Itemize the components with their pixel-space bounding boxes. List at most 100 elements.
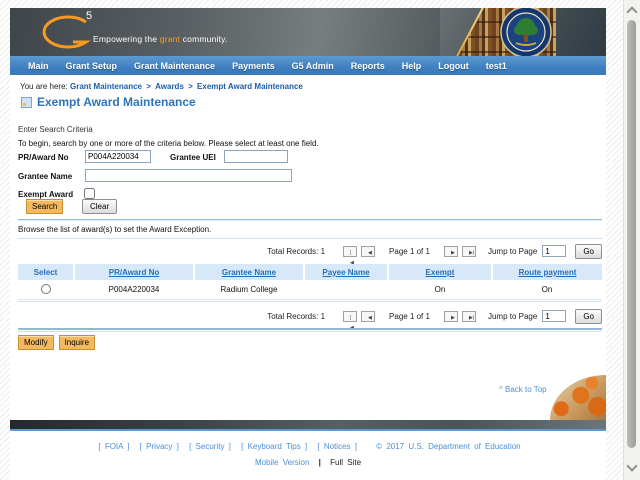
exempt-award-label: Exempt Award [18, 190, 73, 199]
pr-award-no-label: PR/Award No [18, 153, 69, 162]
scrollbar[interactable] [623, 0, 640, 480]
cell-payee-name [304, 280, 388, 300]
col-header-route-payment[interactable]: Route payment [519, 268, 577, 277]
page-title: Exempt Award Maintenance [37, 95, 196, 109]
breadcrumb-grant-maintenance[interactable]: Grant Maintenance [70, 82, 142, 91]
cell-exempt: On [388, 280, 492, 300]
mobile-version-link[interactable]: Mobile Version [255, 458, 309, 467]
cell-grantee-name: Radium College [194, 280, 304, 300]
nav-g5-admin[interactable]: G5 Admin [292, 61, 334, 71]
full-site-label: Full Site [330, 458, 361, 467]
next-page-button[interactable]: ▶ [444, 311, 458, 322]
scroll-down-icon[interactable] [626, 460, 637, 471]
go-button[interactable]: Go [575, 244, 602, 259]
jump-to-page-input[interactable] [542, 245, 566, 257]
table-header-row: Select PR/Award No Grantee Name Payee Na… [18, 264, 602, 280]
col-header-payee-name[interactable]: Payee Name [322, 268, 369, 277]
divider [18, 220, 602, 221]
table-row: P004A220034 Radium College On On [18, 280, 602, 300]
first-page-button[interactable]: |◀ [343, 246, 357, 257]
last-page-button[interactable]: ▶| [462, 246, 476, 257]
divider [18, 301, 602, 302]
jump-to-page-input[interactable] [542, 310, 566, 322]
tagline-prefix: Empowering the [93, 34, 160, 44]
tagline-suffix: community. [180, 34, 227, 44]
footer-link-security[interactable]: [ Security ] [189, 442, 231, 451]
prev-page-button[interactable]: ◀ [361, 246, 375, 257]
cell-pr-award-no: P004A220034 [74, 280, 194, 300]
jump-to-page-label: Jump to Page [488, 247, 537, 256]
search-instructions: To begin, search by one or more of the c… [18, 139, 319, 148]
scroll-up-icon[interactable] [626, 6, 637, 17]
modify-button[interactable]: Modify [18, 335, 54, 350]
inquire-button[interactable]: Inquire [59, 335, 95, 350]
jump-to-page-label: Jump to Page [488, 312, 537, 321]
browse-instructions: Browse the list of award(s) to set the A… [18, 225, 211, 234]
col-header-exempt[interactable]: Exempt [426, 268, 455, 277]
breadcrumb-prefix: You are here: [20, 82, 68, 91]
grantee-name-label: Grantee Name [18, 172, 72, 181]
title-row: Exempt Award Maintenance [21, 95, 196, 109]
scrollbar-thumb[interactable] [627, 20, 636, 448]
breadcrumb: You are here: Grant Maintenance > Awards… [20, 82, 303, 91]
pagination-top: Total Records: 1 |◀ ◀ Page 1 of 1 ▶ ▶| J… [267, 243, 602, 259]
page-title-icon [21, 97, 32, 108]
search-criteria-heading: Enter Search Criteria [18, 125, 93, 134]
col-header-pr-award-no[interactable]: PR/Award No [109, 268, 160, 277]
classroom-photo [547, 372, 606, 420]
first-page-button[interactable]: |◀ [343, 311, 357, 322]
nav-main[interactable]: Main [28, 61, 49, 71]
breadcrumb-exempt-award-maintenance[interactable]: Exempt Award Maintenance [197, 82, 303, 91]
page-status-label: Page 1 of 1 [389, 312, 430, 321]
nav-grant-maintenance[interactable]: Grant Maintenance [134, 61, 215, 71]
tagline-highlight: grant [160, 34, 180, 44]
row-select-radio[interactable] [41, 284, 51, 294]
action-buttons: Modify Inquire [18, 335, 95, 350]
footer-link-privacy[interactable]: [ Privacy ] [140, 442, 179, 451]
nav-help[interactable]: Help [402, 61, 422, 71]
search-button[interactable]: Search [26, 199, 63, 214]
masthead-banner: 5 Empowering the grant community. [10, 8, 606, 56]
breadcrumb-separator: > [146, 82, 151, 91]
divider [18, 238, 602, 239]
g5-logo-g-icon [36, 14, 92, 52]
cell-route-payment: On [492, 280, 602, 300]
col-header-grantee-name[interactable]: Grantee Name [222, 268, 276, 277]
nav-reports[interactable]: Reports [351, 61, 385, 71]
copyright: © 2017 U.S. Department of Education [376, 442, 520, 451]
next-page-button[interactable]: ▶ [444, 246, 458, 257]
pr-award-no-input[interactable] [85, 150, 151, 163]
grantee-name-input[interactable] [85, 169, 292, 182]
g5-logo-5: 5 [86, 10, 92, 22]
pagination-bottom: Total Records: 1 |◀ ◀ Page 1 of 1 ▶ ▶| J… [267, 308, 602, 324]
back-to-top-link[interactable]: ^ Back to Top [499, 385, 547, 394]
nav-grant-setup[interactable]: Grant Setup [66, 61, 118, 71]
total-records-label: Total Records: 1 [267, 312, 325, 321]
footer-photo-band [10, 420, 606, 429]
footer-link-foia[interactable]: [ FOIA ] [98, 442, 129, 451]
nav-logout[interactable]: Logout [438, 61, 469, 71]
go-button[interactable]: Go [575, 309, 602, 324]
page-container: 5 Empowering the grant community. Main G… [10, 8, 606, 480]
divider [18, 328, 602, 330]
last-page-button[interactable]: ▶| [462, 311, 476, 322]
nav-payments[interactable]: Payments [232, 61, 275, 71]
prev-page-button[interactable]: ◀ [361, 311, 375, 322]
clear-button[interactable]: Clear [82, 199, 117, 214]
breadcrumb-awards[interactable]: Awards [155, 82, 184, 91]
footer-blue-line [10, 429, 606, 431]
grantee-uei-input[interactable] [224, 150, 288, 163]
footer-link-keyboard-tips[interactable]: [ Keyboard Tips ] [241, 442, 307, 451]
footer-view-toggle: Mobile Version | Full Site [10, 458, 606, 467]
footer-link-notices[interactable]: [ Notices ] [317, 442, 357, 451]
nav-username: test1 [486, 61, 507, 71]
g5-logo: 5 [36, 14, 122, 52]
footer-separator: | [319, 458, 321, 467]
tagline: Empowering the grant community. [93, 34, 228, 44]
page-status-label: Page 1 of 1 [389, 247, 430, 256]
exempt-award-checkbox[interactable] [84, 188, 95, 199]
results-table: Select PR/Award No Grantee Name Payee Na… [18, 264, 602, 300]
main-navbar: Main Grant Setup Grant Maintenance Payme… [10, 56, 606, 75]
ed-seal-icon [498, 8, 554, 56]
breadcrumb-separator: > [188, 82, 193, 91]
